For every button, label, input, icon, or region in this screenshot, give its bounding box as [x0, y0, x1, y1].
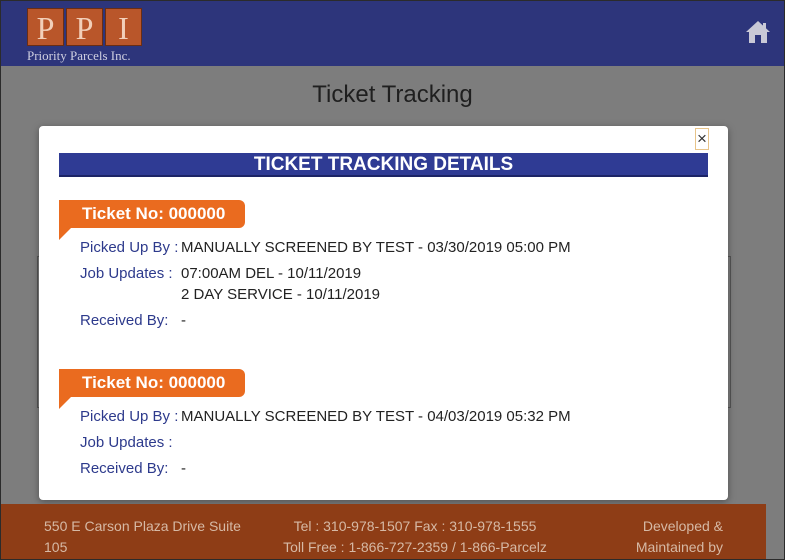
tag-fold [59, 397, 71, 409]
close-button[interactable]: × [695, 128, 709, 150]
picked-up-row: Picked Up By : MANUALLY SCREENED BY TEST… [59, 406, 719, 427]
footer: 550 E Carson Plaza Drive Suite 105 Tel :… [0, 504, 766, 560]
ticket-number: Ticket No: 000000 [82, 373, 226, 392]
logo-letter: P [66, 8, 103, 46]
picked-up-label: Picked Up By : [80, 408, 179, 425]
tag-fold [59, 228, 71, 240]
tollfree-line: Toll Free : 1-866-727-2359 / 1-866-Parce… [283, 539, 547, 555]
picked-up-value: MANUALLY SCREENED BY TEST - 04/03/2019 0… [181, 408, 571, 425]
job-updates-row: Job Updates : 07:00AM DEL - 10/11/2019 2… [59, 263, 719, 305]
job-update-item: 07:00AM DEL - 10/11/2019 [181, 265, 362, 282]
received-value: - [181, 460, 186, 477]
footer-edge [766, 504, 785, 560]
ticket-details: Picked Up By : MANUALLY SCREENED BY TEST… [59, 406, 719, 479]
logo-letters: P P I [27, 8, 145, 46]
footer-developed-by: Developed & Maintained by [600, 516, 723, 558]
job-updates-label: Job Updates : [80, 434, 173, 451]
ticket-number-tag: Ticket No: 000000 [59, 200, 246, 240]
picked-up-label: Picked Up By : [80, 239, 179, 256]
phone-line: Tel : 310-978-1507 Fax : 310-978-1555 [293, 518, 537, 534]
ticket-card: Ticket No: 000000 Picked Up By : MANUALL… [59, 369, 719, 479]
picked-up-value: MANUALLY SCREENED BY TEST - 03/30/2019 0… [181, 239, 571, 256]
job-updates-row: Job Updates : [59, 432, 719, 453]
developed-line: Developed & [642, 518, 723, 534]
ticket-details-modal: × TICKET TRACKING DETAILS Ticket No: 000… [39, 126, 728, 500]
logo-letter: I [105, 8, 142, 46]
job-updates-label: Job Updates : [80, 265, 173, 282]
logo-subtitle: Priority Parcels Inc. [27, 48, 131, 63]
ticket-details: Picked Up By : MANUALLY SCREENED BY TEST… [59, 237, 719, 331]
logo[interactable]: P P I Priority Parcels Inc. [27, 8, 145, 63]
received-row: Received By: - [59, 310, 719, 331]
address-line: 105 [44, 539, 68, 555]
address-line: 550 E Carson Plaza Drive Suite [44, 518, 241, 534]
received-row: Received By: - [59, 458, 719, 479]
job-update-item: 2 DAY SERVICE - 10/11/2019 [181, 286, 381, 303]
received-label: Received By: [80, 312, 169, 329]
ticket-number: Ticket No: 000000 [82, 204, 226, 223]
modal-title: TICKET TRACKING DETAILS [59, 153, 708, 177]
ticket-card: Ticket No: 000000 Picked Up By : MANUALL… [59, 200, 719, 331]
footer-contact: Tel : 310-978-1507 Fax : 310-978-1555 To… [270, 516, 560, 558]
header: P P I Priority Parcels Inc. [0, 0, 785, 66]
received-label: Received By: [80, 460, 169, 477]
ticket-number-tag: Ticket No: 000000 [59, 369, 246, 409]
developed-line: Maintained by [635, 539, 723, 555]
footer-address: 550 E Carson Plaza Drive Suite 105 [44, 516, 254, 558]
logo-letter: P [27, 8, 64, 46]
received-value: - [181, 312, 186, 329]
picked-up-row: Picked Up By : MANUALLY SCREENED BY TEST… [59, 237, 719, 258]
home-icon[interactable] [745, 20, 771, 44]
page-title: Ticket Tracking [312, 81, 473, 108]
job-updates-value: 07:00AM DEL - 10/11/2019 2 DAY SERVICE -… [181, 263, 380, 305]
